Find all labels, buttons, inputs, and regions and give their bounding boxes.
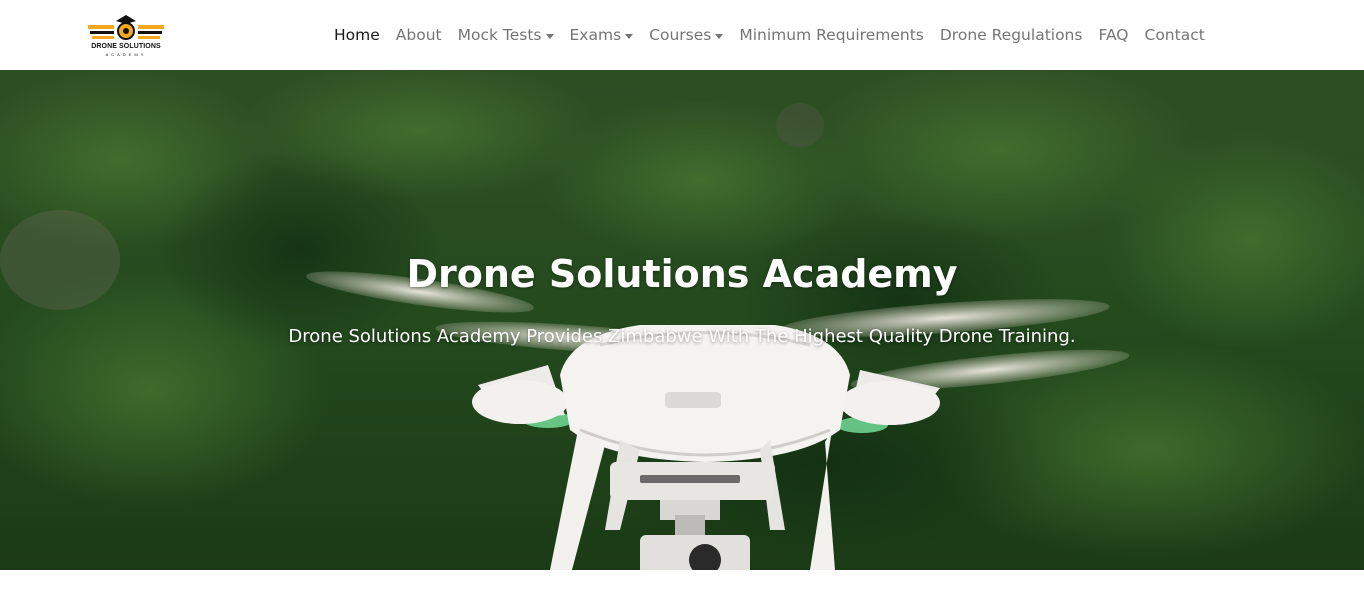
nav-courses-dropdown[interactable]: Courses: [641, 26, 731, 44]
nav-minimum-requirements[interactable]: Minimum Requirements: [731, 26, 932, 44]
hero-background-image: [0, 70, 1364, 570]
navbar: DRONE SOLUTIONS ACADEMY Home About Mock …: [0, 0, 1364, 70]
hero-subtitle: Drone Solutions Academy Provides Zimbabw…: [288, 326, 1076, 347]
nav-exams-dropdown[interactable]: Exams: [562, 26, 642, 44]
hero-banner: Drone Solutions Academy Drone Solutions …: [0, 70, 1364, 570]
logo-subtext: ACADEMY: [105, 52, 147, 57]
nav-about[interactable]: About: [388, 26, 450, 44]
nav-mock-tests-label: Mock Tests: [457, 26, 542, 44]
nav-contact-label: Contact: [1144, 26, 1205, 44]
caret-down-icon: [625, 33, 634, 39]
caret-down-icon: [715, 33, 724, 39]
hero-title: Drone Solutions Academy: [406, 252, 958, 296]
nav-courses-label: Courses: [649, 26, 712, 44]
nav-contact[interactable]: Contact: [1137, 26, 1213, 44]
nav-home-label: Home: [334, 26, 380, 44]
nav-about-label: About: [395, 26, 442, 44]
caret-down-icon: [545, 33, 554, 39]
drone-academy-logo-icon: [88, 15, 164, 40]
nav-faq[interactable]: FAQ: [1090, 26, 1136, 44]
nav-minimum-requirements-label: Minimum Requirements: [739, 26, 924, 44]
nav-home[interactable]: Home: [326, 26, 388, 44]
nav-exams-label: Exams: [569, 26, 622, 44]
nav-drone-regulations-label: Drone Regulations: [939, 26, 1083, 44]
nav-faq-label: FAQ: [1098, 26, 1129, 44]
main-nav: Home About Mock Tests Exams Courses Mini…: [326, 0, 1213, 70]
logo-text: DRONE SOLUTIONS: [91, 43, 161, 50]
brand-logo[interactable]: DRONE SOLUTIONS ACADEMY: [86, 13, 166, 59]
nav-mock-tests-dropdown[interactable]: Mock Tests: [450, 26, 562, 44]
nav-drone-regulations[interactable]: Drone Regulations: [932, 26, 1091, 44]
